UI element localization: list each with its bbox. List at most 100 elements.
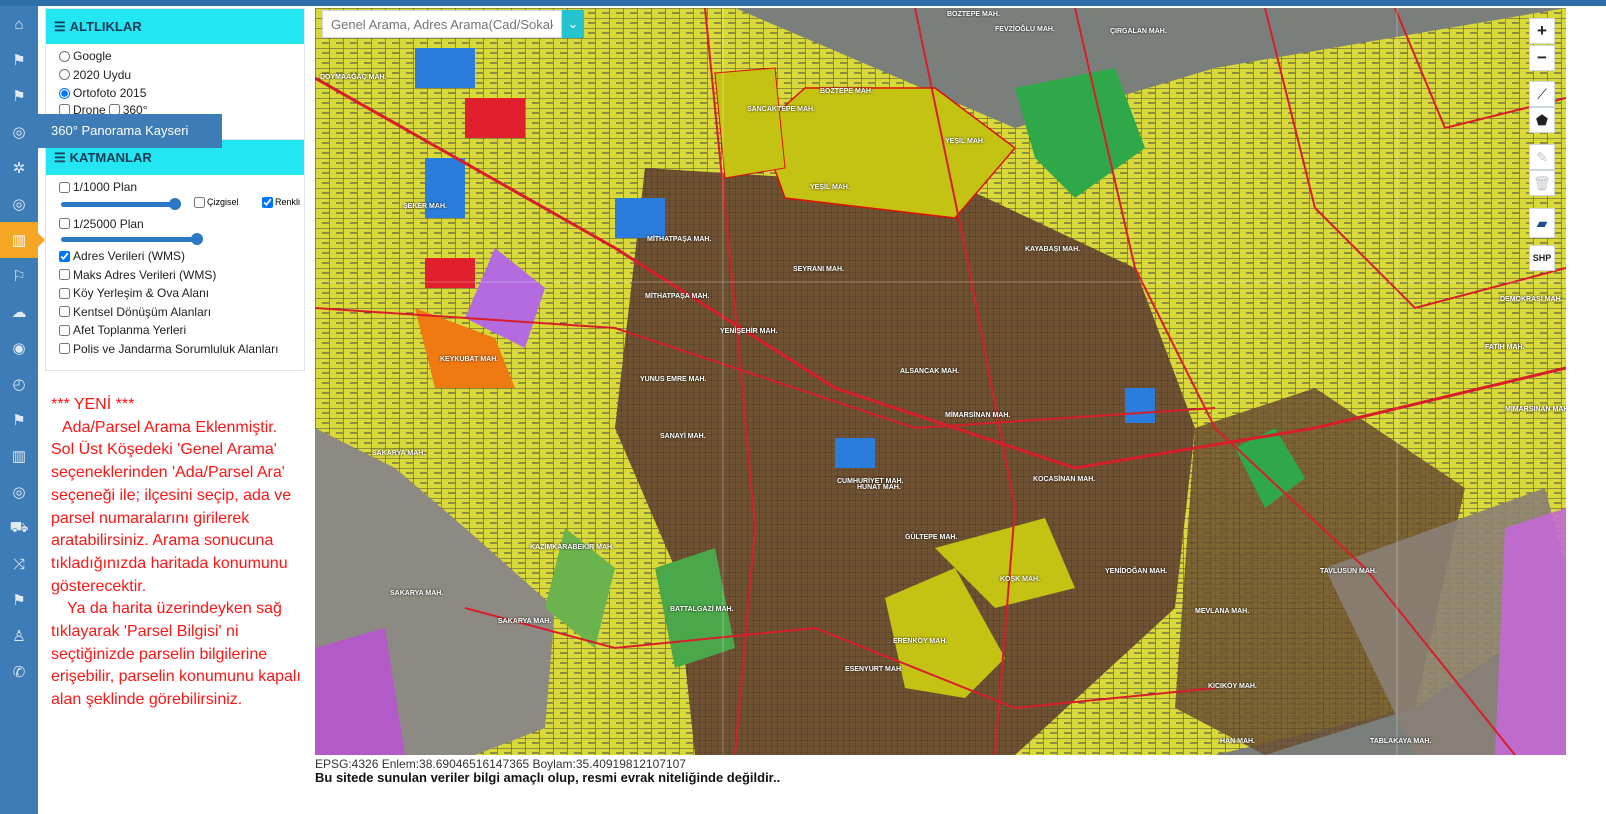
signpost-icon[interactable]: ⚑ <box>0 78 38 114</box>
map-label: YUNUS EMRE MAH. <box>640 376 707 383</box>
globe-icon[interactable]: ◎ <box>0 114 38 150</box>
aperture-icon[interactable]: ✲ <box>0 150 38 186</box>
layers-panel: ☰ KATMANLAR 1/1000 Plan Çizgisel Renkli … <box>45 139 305 371</box>
map-label: TAVLUSUN MAH. <box>1320 568 1377 575</box>
layer-koy-yerlesim[interactable]: Köy Yerleşim & Ova Alanı <box>46 284 304 303</box>
map-label: YEŞİL MAH. <box>810 184 850 191</box>
search-dropdown-button[interactable]: ⌄ <box>562 10 584 38</box>
plan-25000-opacity-slider[interactable] <box>61 233 203 245</box>
map-label: SAKARYA MAH. <box>498 618 552 625</box>
user-icon[interactable]: ♙ <box>0 618 38 654</box>
coordinate-readout: EPSG:4326 Enlem:38.69046516147365 Boylam… <box>315 757 686 771</box>
map-label: YENİŞEHİR MAH. <box>720 328 778 335</box>
map-label: BOZTEPE MAH. <box>820 88 873 95</box>
chevron-down-icon: ⌄ <box>567 16 579 31</box>
map-label: YEŞİL MAH. <box>945 138 985 145</box>
map-label: KOCASİNAN MAH. <box>1033 476 1096 483</box>
general-search-input[interactable] <box>322 10 562 38</box>
folder-icon: ▰ <box>1536 214 1548 231</box>
map-canvas[interactable]: BOZTEPE MAH. FEVZİOĞLU MAH. ÇIRGALAN MAH… <box>315 8 1566 755</box>
layers-title: KATMANLAR <box>69 150 152 165</box>
map-label: KAZIMKARABEKİR MAH. <box>530 544 614 551</box>
disclaimer-text: Bu sitede sunulan veriler bilgi amaçlı o… <box>315 770 781 785</box>
globe-icon[interactable]: ◎ <box>0 186 38 222</box>
phone-icon[interactable]: ✆ <box>0 654 38 690</box>
layer-color-option[interactable]: Renkli <box>262 196 300 208</box>
layer-line-option[interactable]: Çizgisel <box>194 196 239 208</box>
signpost-icon[interactable]: ⚑ <box>0 582 38 618</box>
basemap-option-ortofoto[interactable]: Ortofoto 2015 <box>46 84 304 103</box>
layer-adres-verileri[interactable]: Adres Verileri (WMS) <box>46 247 304 266</box>
map-icon[interactable]: ▥ <box>0 438 38 474</box>
basemap-option-google[interactable]: Google <box>46 47 304 66</box>
map-label: MEVLANA MAH. <box>1195 608 1250 615</box>
map-label: SANAYİ MAH. <box>660 433 706 440</box>
draw-polygon-button[interactable]: ⬟ <box>1529 107 1555 133</box>
database-icon: ☰ <box>54 149 66 165</box>
announcement-paragraph-1: Ada/Parsel Arama Eklenmiştir. Sol Üst Kö… <box>51 418 292 595</box>
map-label: ERENKÖY MAH. <box>893 638 948 645</box>
cart-icon[interactable]: ⛟ <box>0 510 38 546</box>
map-label: HUNAT MAH. <box>857 484 901 491</box>
map-label: FATİH MAH. <box>1485 344 1525 351</box>
layer-kentsel-donusum[interactable]: Kentsel Dönüşüm Alanları <box>46 303 304 322</box>
map-label: MİMARSİNAN MAH. <box>945 412 1011 419</box>
map-label: FEVZİOĞLU MAH. <box>995 26 1055 33</box>
basemap-option-2020[interactable]: 2020 Uydu <box>46 66 304 85</box>
map-label: KAYABAŞI MAH. <box>1025 246 1081 253</box>
line-tool-icon: ⟋ <box>1537 85 1547 102</box>
map-label: KICIKÖY MAH. <box>1208 683 1257 690</box>
layer-plan-25000[interactable]: 1/25000 Plan <box>46 215 304 234</box>
map-label: BATTALGAZİ MAH. <box>670 606 734 613</box>
announcement-heading: *** YENİ *** <box>51 396 135 413</box>
globe-icon[interactable]: ◎ <box>0 474 38 510</box>
home-icon[interactable]: ⌂ <box>0 6 38 42</box>
history-icon[interactable]: ◴ <box>0 366 38 402</box>
plan-1000-opacity-slider[interactable] <box>61 197 181 210</box>
edit-button[interactable]: ✎ <box>1529 144 1555 170</box>
draw-line-button[interactable]: ⟋ <box>1529 81 1555 107</box>
map-icon[interactable]: ▥ <box>0 222 45 258</box>
map-label: SEYRANI MAH. <box>793 266 844 273</box>
basemaps-title: ALTLIKLAR <box>69 19 142 34</box>
map-label: MİTHATPAŞA MAH. <box>647 236 712 243</box>
delete-button[interactable]: 🗑 <box>1529 170 1555 196</box>
edit-icon: ✎ <box>1536 148 1548 165</box>
map-label: DOYMAAĞAÇ MAH. <box>320 74 387 81</box>
announcement-text: *** YENİ *** Ada/Parsel Arama Eklenmişti… <box>51 394 301 712</box>
open-folder-button[interactable]: ▰ <box>1529 208 1555 238</box>
map-label: DEMOKRASİ MAH. <box>1500 296 1563 303</box>
map-label: SAKARYA MAH. <box>390 590 444 597</box>
map-label: SANCAKTEPE MAH. <box>747 106 816 113</box>
map-label: ALSANCAK MAH. <box>900 368 960 375</box>
map-label: MİMARSİNAN MAH. <box>1505 406 1566 413</box>
polygon-tool-icon: ⬟ <box>1535 111 1549 128</box>
layer-plan-1000[interactable]: 1/1000 Plan <box>46 178 304 197</box>
nav-tooltip: 360° Panorama Kayseri <box>38 114 222 148</box>
zoom-out-button[interactable]: − <box>1529 45 1555 71</box>
map-label: HAN MAH. <box>1220 738 1255 745</box>
trash-icon: 🗑 <box>1533 174 1551 191</box>
layer-maks-adres[interactable]: Maks Adres Verileri (WMS) <box>46 266 304 285</box>
layer-afet-toplanma[interactable]: Afet Toplanma Yerleri <box>46 321 304 340</box>
shp-button[interactable]: SHP <box>1529 245 1555 271</box>
eye-icon[interactable]: ◉ <box>0 330 38 366</box>
cloud-upload-icon[interactable]: ☁ <box>0 294 38 330</box>
signpost-icon[interactable]: ⚑ <box>0 42 38 78</box>
map-label: ŞEKER MAH. <box>403 203 447 210</box>
map-label: KEYKUBAT MAH. <box>440 356 499 363</box>
map-label: GÜLTEPE MAH. <box>905 534 958 541</box>
signpost-icon[interactable]: ⚑ <box>0 402 38 438</box>
shuffle-icon[interactable]: ⤨ <box>0 546 38 582</box>
zoom-in-button[interactable]: + <box>1529 18 1555 44</box>
basemaps-header: ☰ ALTLIKLAR <box>46 9 304 44</box>
map-label: TABLAKAYA MAH. <box>1370 738 1432 745</box>
database-icon: ☰ <box>54 18 66 34</box>
map-label: ESENYURT MAH. <box>845 666 903 673</box>
signs-icon[interactable]: ⚐ <box>0 258 38 294</box>
map-label: KOŞK MAH. <box>1000 576 1041 583</box>
map-label: BOZTEPE MAH. <box>947 11 1000 18</box>
layer-polis-jandarma[interactable]: Polis ve Jandarma Sorumluluk Alanları <box>46 340 304 359</box>
top-bar <box>0 0 1606 6</box>
announcement-paragraph-2: Ya da harita üzerindeyken sağ tıklayarak… <box>51 600 301 709</box>
